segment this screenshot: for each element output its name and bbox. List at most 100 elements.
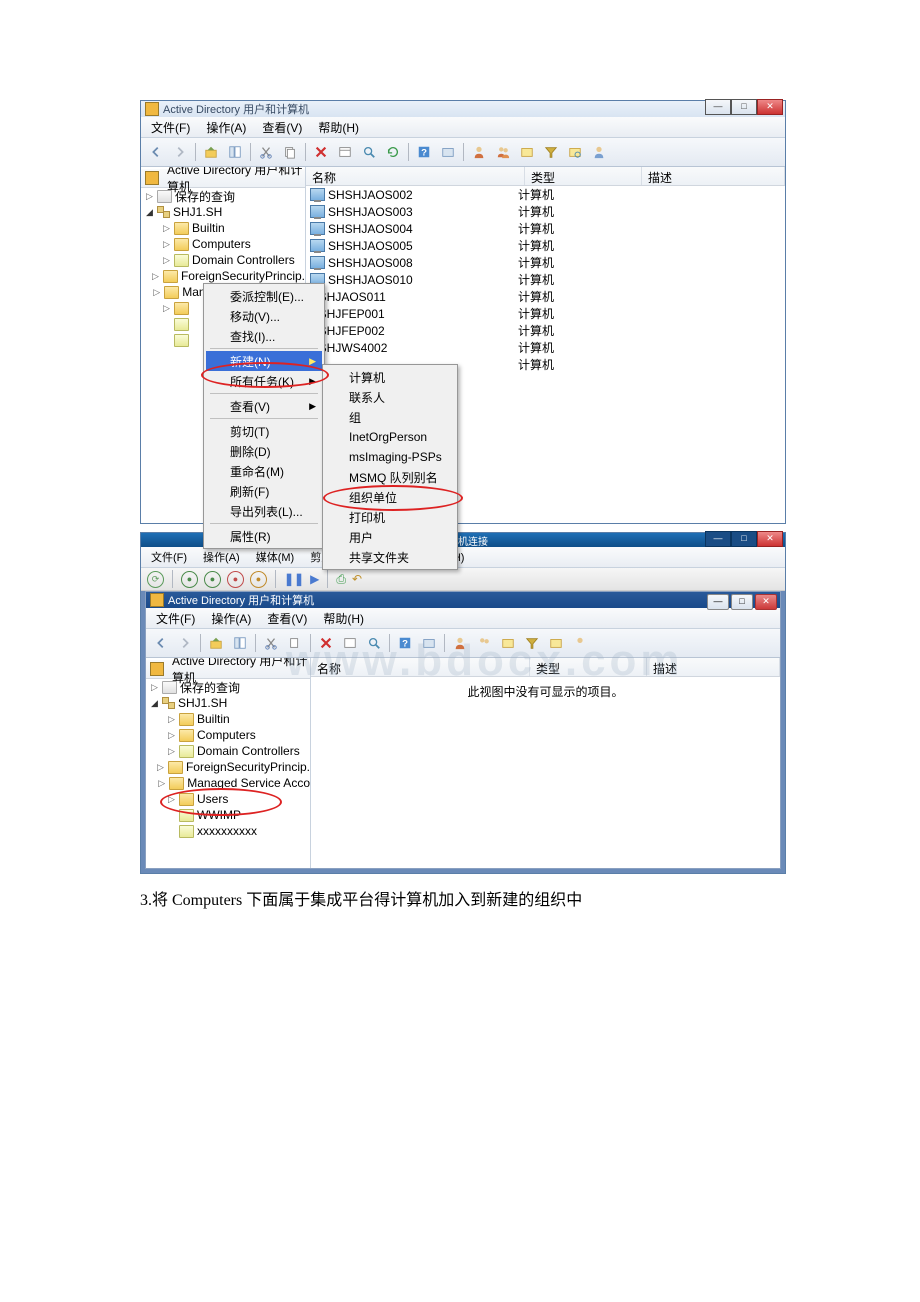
list-item[interactable]: SHSHJAOS005计算机 [306, 237, 785, 254]
up-button[interactable] [200, 141, 222, 163]
properties-button[interactable] [334, 141, 356, 163]
tree-item-wwimp[interactable]: WWIMP [146, 807, 310, 823]
tree-item[interactable]: ▷ForeignSecurityPrincip. [146, 759, 310, 775]
tree-item-builtin[interactable]: ▷Builtin [141, 220, 305, 236]
menu-media[interactable]: 媒体(M) [250, 547, 301, 567]
ctx-find[interactable]: 查找(I)... [206, 326, 322, 346]
filter-button[interactable] [540, 141, 562, 163]
vlc-btn[interactable]: ⟳ [147, 571, 164, 588]
maximize-button[interactable]: □ [731, 594, 753, 610]
close-button[interactable]: ✕ [757, 99, 783, 115]
sub-computer[interactable]: 计算机 [325, 367, 455, 387]
menu-file[interactable]: 文件(F) [145, 117, 196, 138]
col-type[interactable]: 类型 [525, 167, 642, 185]
ou-icon[interactable] [497, 632, 519, 654]
sub-inetorg[interactable]: InetOrgPerson [325, 427, 455, 447]
tree-item-computers[interactable]: ▷Computers [141, 236, 305, 252]
cut-button[interactable] [260, 632, 282, 654]
properties-button[interactable] [339, 632, 361, 654]
vlc-btn[interactable]: ● [250, 571, 267, 588]
tree-item-users[interactable]: ▷Users [146, 791, 310, 807]
misc-icon[interactable] [569, 632, 591, 654]
menu-help[interactable]: 帮助(H) [312, 117, 365, 138]
minimize-button[interactable]: — [707, 594, 729, 610]
minimize-button[interactable]: — [705, 531, 731, 547]
ctx-cut[interactable]: 剪切(T) [206, 421, 322, 441]
menu-file[interactable]: 文件(F) [145, 547, 193, 567]
find-button[interactable] [358, 141, 380, 163]
back-button[interactable] [145, 141, 167, 163]
ctx-all-tasks[interactable]: 所有任务(K)▶ [206, 371, 322, 391]
help-button[interactable]: ? [413, 141, 435, 163]
ctx-properties[interactable]: 属性(R) [206, 526, 322, 546]
tree-item-fsp[interactable]: ▷ForeignSecurityPrincip. [141, 268, 305, 284]
forward-button[interactable] [174, 632, 196, 654]
vlc-btn[interactable]: ● [204, 571, 221, 588]
vlc-btn[interactable]: ● [227, 571, 244, 588]
tree-domain[interactable]: ◢SHJ1.SH [146, 695, 310, 711]
container-button[interactable] [437, 141, 459, 163]
vlc-btn[interactable]: ● [181, 571, 198, 588]
tree-item[interactable]: ▷Builtin [146, 711, 310, 727]
list-item[interactable]: SHSHJAOS002计算机 [306, 186, 785, 203]
refresh-button[interactable] [382, 141, 404, 163]
filter-button[interactable] [521, 632, 543, 654]
menu-action[interactable]: 操作(A) [197, 547, 246, 567]
revert-icon[interactable]: ↶ [352, 572, 362, 586]
show-hide-button[interactable] [229, 632, 251, 654]
ctx-rename[interactable]: 重命名(M) [206, 461, 322, 481]
user-icon[interactable] [449, 632, 471, 654]
group-icon[interactable] [492, 141, 514, 163]
list-item[interactable]: SHSHJAOS008计算机 [306, 254, 785, 271]
list-item[interactable]: SHSHJAOS010计算机 [306, 271, 785, 288]
col-type[interactable]: 类型 [530, 658, 647, 676]
maximize-button[interactable]: □ [731, 531, 757, 547]
titlebar[interactable]: Active Directory 用户和计算机 [146, 592, 780, 608]
ctx-move[interactable]: 移动(V)... [206, 306, 322, 326]
col-name[interactable]: 名称 [311, 658, 530, 676]
tree-item[interactable]: ▷Computers [146, 727, 310, 743]
list-item[interactable]: HSHJAOS011计算机 [306, 288, 785, 305]
group-icon[interactable] [473, 632, 495, 654]
find-button[interactable] [363, 632, 385, 654]
ctx-delegate[interactable]: 委派控制(E)... [206, 286, 322, 306]
forward-button[interactable] [169, 141, 191, 163]
sub-msmq[interactable]: MSMQ 队列别名 [325, 467, 455, 487]
tree-root[interactable]: Active Directory 用户和计算机 [146, 660, 310, 679]
tree-item[interactable]: ▷Domain Controllers [146, 743, 310, 759]
search-icon[interactable] [545, 632, 567, 654]
container-button[interactable] [418, 632, 440, 654]
menu-view[interactable]: 查看(V) [256, 117, 308, 138]
menu-help[interactable]: 帮助(H) [317, 608, 370, 629]
user-icon[interactable] [468, 141, 490, 163]
tree-item[interactable]: ▷Managed Service Acco [146, 775, 310, 791]
ctx-refresh[interactable]: 刷新(F) [206, 481, 322, 501]
misc-icon[interactable] [588, 141, 610, 163]
menu-file[interactable]: 文件(F) [150, 608, 201, 629]
sub-printer[interactable]: 打印机 [325, 507, 455, 527]
sub-group[interactable]: 组 [325, 407, 455, 427]
delete-button[interactable] [310, 141, 332, 163]
ctx-delete[interactable]: 删除(D) [206, 441, 322, 461]
menu-view[interactable]: 查看(V) [261, 608, 313, 629]
list-item[interactable]: HSHJFEP002计算机 [306, 322, 785, 339]
sub-contact[interactable]: 联系人 [325, 387, 455, 407]
sub-user[interactable]: 用户 [325, 527, 455, 547]
copy-button[interactable] [284, 632, 306, 654]
pause-icon[interactable]: ❚❚ [284, 572, 304, 586]
search-icon[interactable] [564, 141, 586, 163]
menu-action[interactable]: 操作(A) [205, 608, 257, 629]
back-button[interactable] [150, 632, 172, 654]
sub-ou[interactable]: 组织单位 [325, 487, 455, 507]
list-item[interactable]: HSHJWS4002计算机 [306, 339, 785, 356]
ctx-new[interactable]: 新建(N)▶ [206, 351, 322, 371]
tree-domain[interactable]: ◢ SHJ1.SH [141, 204, 305, 220]
copy-button[interactable] [279, 141, 301, 163]
tree-item-dc[interactable]: ▷Domain Controllers [141, 252, 305, 268]
play-icon[interactable]: ▶ [310, 572, 319, 586]
snapshot-icon[interactable]: ⎙ [336, 572, 346, 587]
show-hide-button[interactable] [224, 141, 246, 163]
cut-button[interactable] [255, 141, 277, 163]
ou-icon[interactable] [516, 141, 538, 163]
tree-root[interactable]: Active Directory 用户和计算机 [141, 169, 305, 188]
